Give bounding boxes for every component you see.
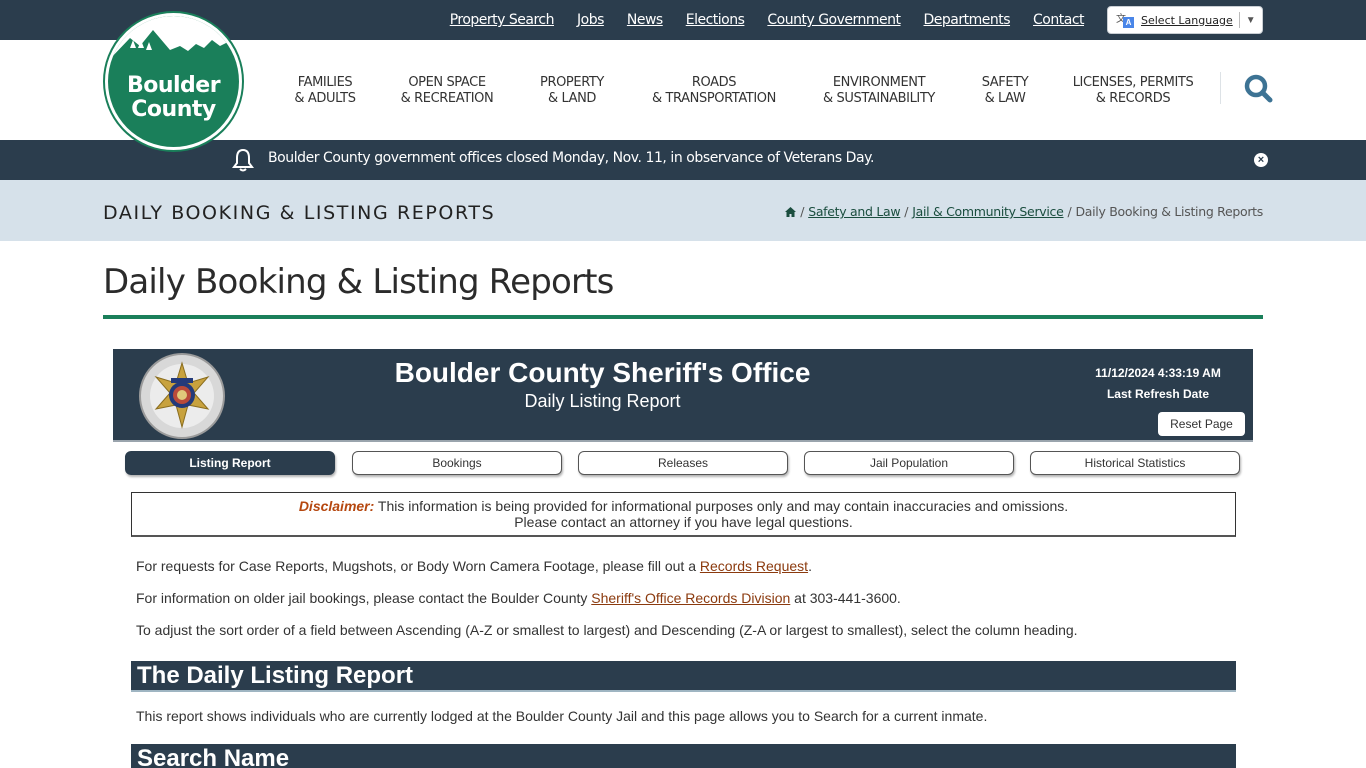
nav-label: Safety — [981, 75, 1029, 90]
last-refresh-date-label: Last Refresh Date — [1106, 387, 1210, 401]
records-division-link[interactable]: Sheriff's Office Records Division — [591, 590, 790, 606]
utility-link-county-government[interactable]: County Government — [767, 12, 901, 28]
search-name-heading: Search Name — [131, 744, 1236, 768]
records-request-paragraph: For requests for Case Reports, Mugshots,… — [136, 558, 812, 574]
nav-label: Property — [540, 75, 604, 90]
site-search-button[interactable] — [1243, 73, 1275, 105]
breadcrumb-current: Daily Booking & Listing Reports — [1075, 204, 1263, 219]
nav-label: Open Space — [408, 75, 486, 90]
logo-text: Boulder County — [108, 74, 239, 122]
breadcrumb-jail-community-service[interactable]: Jail & Community Service — [912, 204, 1064, 219]
nav-label: & Recreation — [400, 91, 494, 106]
nav-label: & Records — [1095, 91, 1171, 106]
records-request-link[interactable]: Records Request — [700, 558, 808, 574]
utility-link-property-search[interactable]: Property Search — [450, 12, 555, 28]
para-text: at 303-441-3600. — [790, 590, 901, 606]
utility-link-jobs[interactable]: Jobs — [577, 12, 604, 28]
nav-label: Environment — [832, 75, 926, 90]
para-text: For information on older jail bookings, … — [136, 590, 592, 606]
nav-environment-sustainability[interactable]: Environment & Sustainability — [814, 75, 944, 107]
section-title: Daily Booking & Listing Reports — [103, 202, 496, 224]
nav-safety-law[interactable]: Safety & Law — [970, 75, 1040, 107]
nav-label: Roads — [691, 75, 737, 90]
utility-link-news[interactable]: News — [627, 12, 663, 28]
disclaimer-line1: Disclaimer: This information is being pr… — [132, 498, 1235, 514]
nav-label: & Land — [547, 91, 597, 106]
sheriff-office-title: Boulder County Sheriff's Office — [394, 357, 811, 388]
nav-families-adults[interactable]: Families & Adults — [285, 75, 365, 107]
google-translate-icon: 文A — [1116, 12, 1134, 28]
page-title: Daily Booking & Listing Reports — [103, 262, 614, 302]
tab-bookings[interactable]: Bookings — [352, 451, 562, 475]
last-refresh-date-value: 11/12/2024 4:33:19 AM — [1095, 366, 1221, 380]
dropdown-arrow-icon: ▼ — [1245, 14, 1256, 26]
nav-licenses-permits-records[interactable]: Licenses, Permits & Records — [1066, 75, 1200, 107]
nav-divider — [1220, 72, 1221, 104]
utility-link-elections[interactable]: Elections — [686, 12, 745, 28]
nav-roads-transportation[interactable]: Roads & Transportation — [644, 75, 784, 107]
logo-circle: Boulder County — [108, 16, 239, 147]
sheriff-badge-icon — [139, 353, 225, 439]
nav-label: & Transportation — [652, 91, 776, 106]
breadcrumb-safety-and-law[interactable]: Safety and Law — [808, 204, 900, 219]
alert-message: Boulder County government offices closed… — [268, 150, 874, 166]
logo-text-line1: Boulder — [126, 73, 221, 98]
disclaimer-line2: Please contact an attorney if you have l… — [514, 514, 853, 530]
disclaimer-label: Disclaimer: — [298, 498, 375, 514]
utility-link-departments[interactable]: Departments — [924, 12, 1011, 28]
language-select-label: Select Language — [1141, 13, 1233, 27]
nav-label: Families — [297, 75, 353, 90]
language-select[interactable]: 文A Select Language ▼ — [1107, 6, 1263, 34]
daily-listing-report-heading: The Daily Listing Report — [131, 661, 1236, 692]
breadcrumb: / Safety and Law / Jail & Community Serv… — [785, 204, 1263, 219]
daily-listing-description: This report shows individuals who are cu… — [136, 708, 988, 724]
breadcrumb-separator: / — [800, 204, 805, 219]
nav-label: & Adults — [294, 91, 356, 106]
utility-nav: Property Search Jobs News Elections Coun… — [427, 0, 1085, 40]
disclaimer-box: Disclaimer: This information is being pr… — [131, 492, 1236, 537]
reset-page-button[interactable]: Reset Page — [1158, 412, 1245, 436]
nav-label: Licenses, Permits — [1072, 75, 1194, 90]
utility-link-contact[interactable]: Contact — [1033, 12, 1084, 28]
tab-historical-statistics[interactable]: Historical Statistics — [1030, 451, 1240, 475]
logo-text-line2: County — [131, 97, 216, 122]
bell-icon — [232, 148, 254, 172]
breadcrumb-separator: / — [1067, 204, 1072, 219]
tab-listing-report[interactable]: Listing Report — [125, 451, 335, 475]
nav-label: & Sustainability — [823, 91, 935, 106]
alert-close-button[interactable]: × — [1254, 153, 1268, 167]
breadcrumb-separator: / — [904, 204, 909, 219]
boulder-county-logo[interactable]: Boulder County — [103, 11, 244, 152]
title-underline — [103, 315, 1263, 319]
nav-property-land[interactable]: Property & Land — [527, 75, 617, 107]
records-division-paragraph: For information on older jail bookings, … — [136, 590, 901, 606]
nav-label: & Law — [984, 91, 1026, 106]
nav-open-space-recreation[interactable]: Open Space & Recreation — [392, 75, 502, 107]
sort-order-paragraph: To adjust the sort order of a field betw… — [136, 622, 1078, 638]
disclaimer-text: This information is being provided for i… — [374, 498, 1069, 514]
search-icon — [1244, 74, 1273, 103]
divider — [1238, 12, 1240, 28]
tab-jail-population[interactable]: Jail Population — [804, 451, 1014, 475]
report-subtitle: Daily Listing Report — [524, 391, 681, 411]
para-text: For requests for Case Reports, Mugshots,… — [136, 558, 700, 574]
home-icon[interactable] — [785, 206, 797, 217]
tab-releases[interactable]: Releases — [578, 451, 788, 475]
para-text: . — [808, 558, 812, 574]
